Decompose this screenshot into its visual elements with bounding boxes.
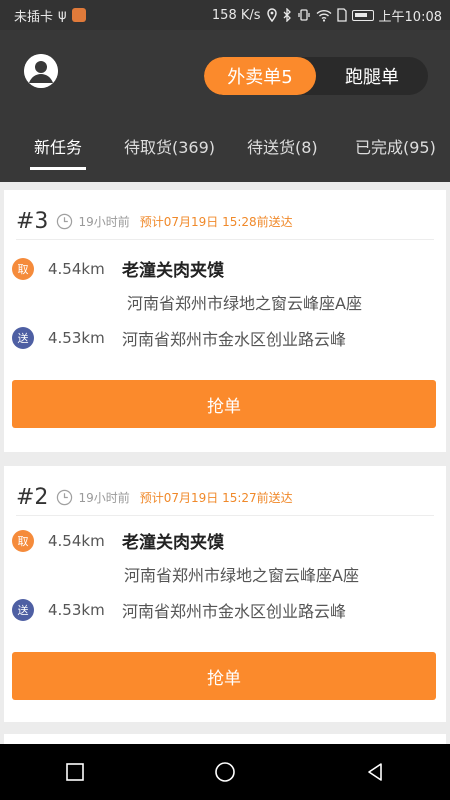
- status-bar: 未插卡 ψ 158 K/s 上午10:08: [0, 0, 450, 30]
- grab-order-button[interactable]: 抢单: [12, 380, 436, 428]
- grab-order-button[interactable]: 抢单: [12, 652, 436, 700]
- task-tabs: 新任务 待取货(369) 待送货(8) 已完成(95): [0, 128, 450, 172]
- user-avatar-icon: [24, 54, 58, 88]
- home-button[interactable]: [195, 744, 255, 800]
- status-left: 未插卡 ψ: [14, 6, 86, 25]
- app-header: 外卖单5 跑腿单 新任务 待取货(369) 待送货(8) 已完成(95): [0, 30, 450, 182]
- clock-time: 上午10:08: [378, 9, 442, 25]
- delivery-row: 送 4.53km 河南省郑州市金水区创业路云峰: [12, 326, 346, 350]
- sim-icon: [336, 8, 347, 22]
- battery-icon: [351, 9, 374, 21]
- bluetooth-icon: [283, 8, 291, 22]
- back-button[interactable]: [345, 744, 405, 800]
- order-card-header: #3 19小时前 预计07月19日 15:28前送达: [16, 204, 434, 240]
- order-number: #3: [16, 209, 49, 234]
- back-icon: [368, 763, 382, 781]
- delivery-row: 送 4.53km 河南省郑州市金水区创业路云峰: [12, 598, 346, 622]
- order-time-ago: 19小时前: [78, 215, 130, 229]
- clock-icon: [57, 213, 73, 230]
- location-icon: [266, 8, 277, 22]
- tab-pending-delivery[interactable]: 待送货(8): [247, 134, 318, 158]
- tab-pending-pickup[interactable]: 待取货(369): [124, 134, 215, 158]
- delivery-address: 河南省郑州市金水区创业路云峰: [122, 602, 347, 621]
- order-card: #2 19小时前 预计07月19日 15:27前送达 取 4.54km 老潼关肉…: [4, 466, 446, 722]
- pickup-distance: 4.54km: [48, 531, 105, 550]
- tab-completed[interactable]: 已完成(95): [355, 134, 436, 158]
- delivery-badge: 送: [12, 327, 34, 349]
- network-speed: 158 K/s: [211, 7, 261, 23]
- order-card-peek: [4, 734, 446, 744]
- order-eta: 预计07月19日 15:28前送达: [139, 215, 293, 229]
- avatar[interactable]: [24, 54, 58, 88]
- recent-apps-icon: [66, 763, 84, 781]
- tab-new-tasks[interactable]: 新任务: [29, 134, 87, 170]
- pickup-badge: 取: [12, 529, 34, 552]
- delivery-address: 河南省郑州市金水区创业路云峰: [122, 330, 347, 349]
- vibrate-icon: [297, 9, 310, 21]
- system-nav-bar: [0, 744, 450, 800]
- order-eta: 预计07月19日 15:27前送达: [139, 491, 293, 505]
- pickup-distance: 4.54km: [48, 259, 105, 278]
- pickup-row: 取 4.54km 老潼关肉夹馍: [12, 528, 224, 553]
- pickup-address: 河南省郑州市绿地之窗云峰座A座: [124, 566, 359, 585]
- order-time-ago: 19小时前: [78, 491, 130, 505]
- wifi-icon: [316, 9, 332, 22]
- pickup-address: 河南省郑州市绿地之窗云峰座A座: [127, 294, 362, 313]
- usb-icon: ψ: [58, 7, 67, 23]
- shop-name: 老潼关肉夹馍: [122, 533, 224, 553]
- delivery-distance: 4.53km: [48, 601, 105, 619]
- status-right: 158 K/s 上午10:08: [212, 6, 442, 25]
- delivery-distance: 4.53km: [48, 329, 105, 347]
- app-notification-icon: [71, 8, 86, 22]
- pickup-row: 取 4.54km 老潼关肉夹馍: [12, 256, 224, 281]
- order-number: #2: [16, 485, 49, 510]
- carrier-text: 未插卡: [14, 9, 54, 25]
- home-icon: [215, 762, 235, 782]
- order-type-switch: 外卖单5 跑腿单: [204, 57, 428, 95]
- errand-order-tab[interactable]: 跑腿单: [316, 57, 428, 95]
- order-card-header: #2 19小时前 预计07月19日 15:27前送达: [16, 480, 434, 516]
- clock-icon: [57, 489, 73, 506]
- delivery-badge: 送: [12, 599, 34, 621]
- recent-apps-button[interactable]: [45, 744, 105, 800]
- pickup-badge: 取: [12, 257, 34, 280]
- shop-name: 老潼关肉夹馍: [122, 261, 224, 281]
- order-card: #3 19小时前 预计07月19日 15:28前送达 取 4.54km 老潼关肉…: [4, 190, 446, 452]
- takeout-order-tab[interactable]: 外卖单5: [204, 57, 316, 95]
